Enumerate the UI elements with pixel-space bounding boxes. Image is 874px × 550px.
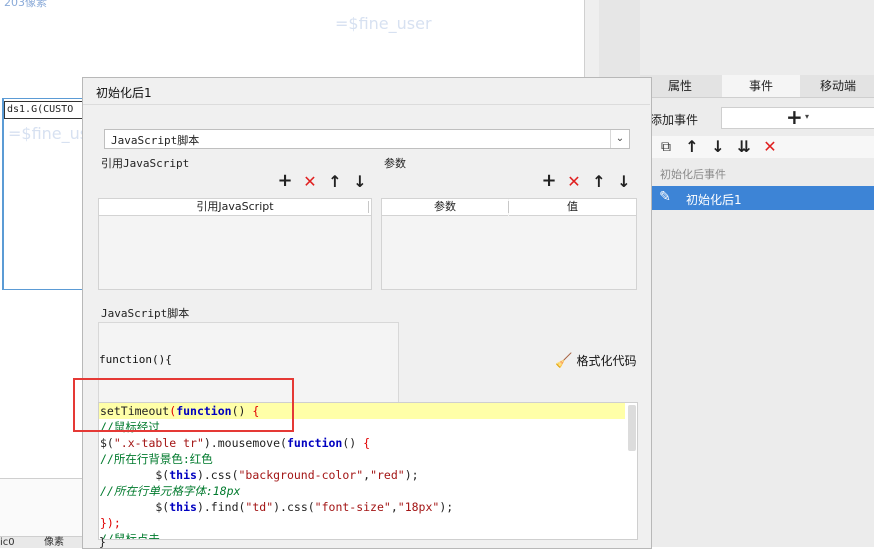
format-code-label: 格式化代码 (576, 354, 637, 368)
event-toolbar: ⧉ ↑ ↓ ⇊ ✕ (650, 136, 874, 158)
canvas-bottom-area (0, 478, 84, 537)
code-line: } (99, 535, 106, 549)
function-open-text: function(){ (99, 353, 172, 366)
params-col-value: 值 (509, 199, 636, 216)
code-line: $(this).find("td").css("font-size","18px… (100, 500, 454, 514)
code-line: $(this).css("background-color","red"); (100, 468, 419, 482)
event-item-selected[interactable]: ✎ 初始化后1 (650, 186, 874, 210)
editor-scrollbar[interactable] (628, 405, 636, 451)
delete-ref-button[interactable]: ✕ (301, 174, 319, 190)
annotation-highlight-box (73, 378, 294, 432)
code-line: }); (100, 516, 121, 530)
divider (83, 104, 650, 105)
watermark: =$fine_user (335, 14, 432, 33)
panel-tabs: 属性 事件 移动端 (640, 75, 874, 98)
add-event-button[interactable]: + ▾ (721, 105, 874, 129)
add-ref-button[interactable]: + (276, 172, 294, 190)
script-label: JavaScript脚本 (101, 307, 190, 320)
move-up-param-button[interactable]: ↑ (590, 174, 608, 190)
copy-icon[interactable]: ⧉ (656, 137, 676, 157)
params-col-name: 参数 (382, 199, 508, 216)
arrow-down-icon[interactable]: ↓ (708, 137, 728, 157)
ref-js-header: 引用JavaScript (99, 199, 371, 216)
ref-js-label: 引用JavaScript (101, 157, 190, 170)
canvas-top-fragment: 203像素 (4, 0, 47, 9)
cell-selection[interactable] (2, 98, 85, 290)
arrow-up-icon[interactable]: ↑ (682, 137, 702, 157)
params-label: 参数 (384, 157, 406, 170)
params-table[interactable]: 参数 值 (381, 198, 637, 290)
move-bottom-icon[interactable]: ⇊ (734, 137, 754, 157)
plus-icon: + (786, 105, 803, 129)
sheet-tabs: ic0 像素 (0, 536, 84, 548)
delete-param-button[interactable]: ✕ (565, 174, 583, 190)
code-line: //所在行背景色:红色 (100, 452, 213, 466)
format-code-button[interactable]: 🧹 格式化代码 (555, 352, 636, 369)
add-event-label: 添加事件 (650, 113, 699, 127)
tab-mobile[interactable]: 移动端 (802, 75, 874, 97)
move-down-param-button[interactable]: ↓ (615, 174, 633, 190)
sheet-tab[interactable]: 像素 (44, 537, 64, 548)
tab-properties[interactable]: 属性 (640, 75, 720, 97)
chevron-down-icon[interactable]: ⌄ (610, 130, 629, 148)
add-param-button[interactable]: + (540, 172, 558, 190)
pencil-icon: ✎ (659, 189, 671, 205)
code-line: //所在行单元格字体:18px (100, 484, 241, 498)
tab-events[interactable]: 事件 (722, 75, 800, 97)
delete-icon[interactable]: ✕ (760, 137, 780, 157)
column-separator (368, 201, 369, 213)
sheet-tab[interactable]: ic0 (0, 537, 15, 548)
code-line: //鼠标点击 (100, 532, 160, 540)
event-item-label: 初始化后1 (686, 193, 742, 207)
event-group-label: 初始化后事件 (660, 168, 726, 181)
caret-down-icon: ▾ (805, 112, 810, 121)
broom-icon: 🧹 (555, 353, 573, 369)
move-down-ref-button[interactable]: ↓ (351, 174, 369, 190)
script-type-value: JavaScript脚本 (111, 134, 200, 147)
code-line: $(".x-table tr").mousemove(function() { (100, 436, 371, 450)
dialog-title: 初始化后1 (96, 86, 152, 100)
script-type-select[interactable]: JavaScript脚本 ⌄ (104, 129, 630, 149)
cell-formula[interactable]: ds1.G(CUSTO (4, 101, 84, 119)
ref-js-table[interactable]: 引用JavaScript (98, 198, 372, 290)
move-up-ref-button[interactable]: ↑ (326, 174, 344, 190)
